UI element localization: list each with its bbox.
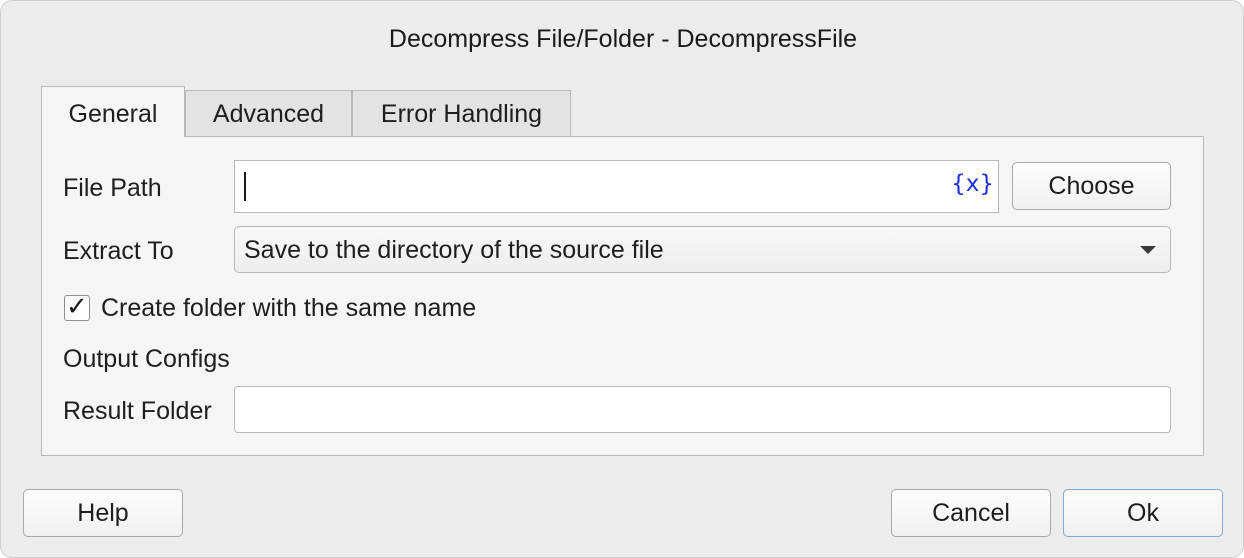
variable-icon[interactable]: {x}: [951, 171, 994, 197]
choose-button[interactable]: Choose: [1012, 162, 1171, 210]
extract-to-value: Save to the directory of the source file: [244, 236, 664, 264]
create-folder-label[interactable]: Create folder with the same name: [101, 294, 476, 323]
tab-general[interactable]: General: [41, 86, 185, 137]
file-path-input[interactable]: {x}: [234, 160, 999, 213]
output-configs-heading: Output Configs: [63, 345, 230, 373]
create-folder-checkbox[interactable]: ✓: [64, 292, 90, 322]
ok-button[interactable]: Ok: [1063, 489, 1223, 537]
extract-to-select[interactable]: Save to the directory of the source file: [234, 226, 1171, 273]
chevron-down-icon: [1140, 246, 1156, 254]
checkmark-icon: ✓: [66, 292, 88, 322]
general-panel: File Path {x} Choose Extract To Save to …: [41, 136, 1204, 456]
tab-error-handling[interactable]: Error Handling: [352, 90, 571, 136]
file-path-label: File Path: [63, 174, 162, 202]
cancel-button[interactable]: Cancel: [891, 489, 1051, 537]
result-folder-label: Result Folder: [63, 397, 212, 425]
result-folder-input[interactable]: [234, 386, 1171, 433]
decompress-dialog: Decompress File/Folder - DecompressFile …: [0, 0, 1244, 558]
help-button[interactable]: Help: [23, 489, 183, 537]
extract-to-label: Extract To: [63, 237, 174, 265]
dialog-title: Decompress File/Folder - DecompressFile: [388, 25, 858, 53]
text-caret: [244, 172, 246, 201]
tab-advanced[interactable]: Advanced: [185, 90, 352, 136]
